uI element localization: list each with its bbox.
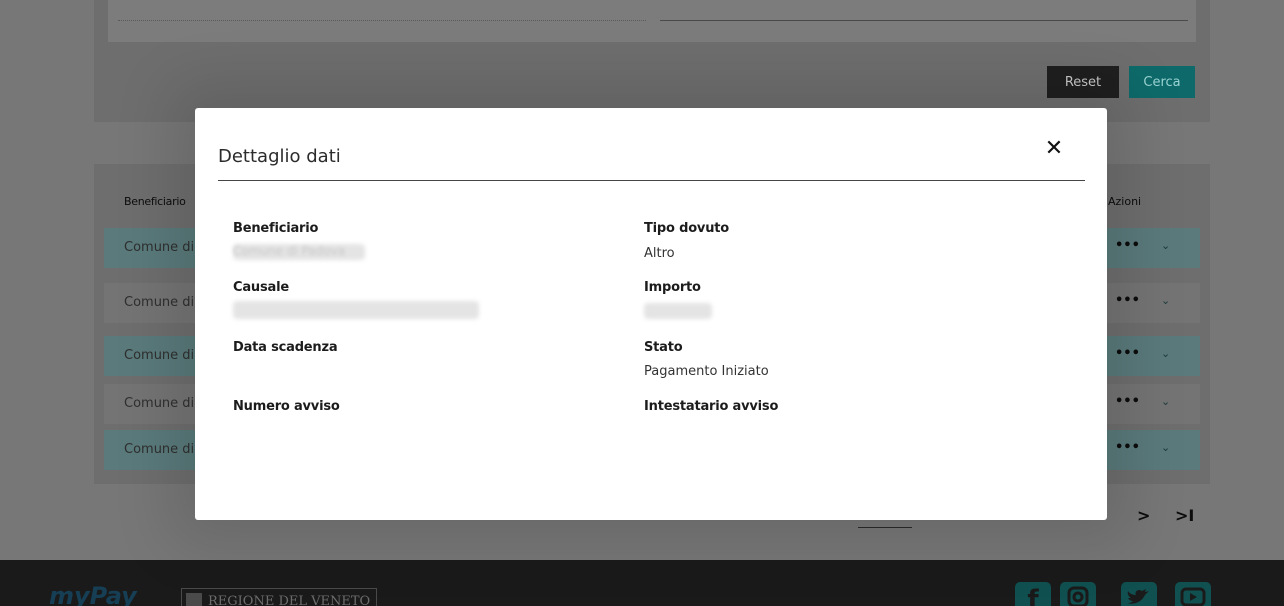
chevron-down-icon[interactable]: ⌄ bbox=[1161, 395, 1170, 408]
field-label-causale: Causale bbox=[233, 280, 289, 295]
chevron-down-icon[interactable]: ⌄ bbox=[1161, 347, 1170, 360]
chevron-down-icon[interactable]: ⌄ bbox=[1161, 239, 1170, 252]
row-beneficiario: Comune di bbox=[124, 295, 195, 310]
page-size-select[interactable] bbox=[858, 527, 912, 528]
field-label-intestatario-avviso: Intestatario avviso bbox=[644, 399, 779, 414]
regione-logo-text: REGIONE DEL VENETO bbox=[208, 593, 371, 606]
blurred-value-causale bbox=[233, 301, 479, 319]
detail-modal: Dettaglio dati ✕ Beneficiario Comune di … bbox=[195, 108, 1107, 520]
field-label-tipo-dovuto: Tipo dovuto bbox=[644, 221, 729, 236]
chevron-down-icon[interactable]: ⌄ bbox=[1161, 294, 1170, 307]
instagram-icon[interactable] bbox=[1060, 582, 1096, 606]
facebook-icon[interactable]: f bbox=[1015, 582, 1051, 606]
search-field-underline[interactable] bbox=[660, 20, 1188, 21]
modal-title: Dettaglio dati bbox=[218, 146, 341, 167]
regione-seal-icon bbox=[186, 593, 202, 606]
more-actions-icon[interactable]: ••• bbox=[1115, 293, 1140, 308]
field-value-tipo-dovuto: Altro bbox=[644, 246, 675, 261]
next-page-button[interactable]: > bbox=[1137, 506, 1150, 525]
row-beneficiario: Comune di bbox=[124, 240, 195, 255]
blurred-value-importo bbox=[644, 303, 712, 319]
field-value-stato: Pagamento Iniziato bbox=[644, 364, 769, 379]
close-icon[interactable]: ✕ bbox=[1042, 136, 1066, 161]
chevron-down-icon[interactable]: ⌄ bbox=[1161, 441, 1170, 454]
field-value-beneficiario: Comune di Padova bbox=[233, 244, 346, 258]
row-beneficiario: Comune di bbox=[124, 348, 195, 363]
more-actions-icon[interactable]: ••• bbox=[1115, 238, 1140, 253]
more-actions-icon[interactable]: ••• bbox=[1115, 394, 1140, 409]
field-label-beneficiario: Beneficiario bbox=[233, 221, 319, 236]
regione-veneto-logo[interactable]: REGIONE DEL VENETO bbox=[181, 588, 378, 606]
field-label-importo: Importo bbox=[644, 280, 701, 295]
row-beneficiario: Comune di bbox=[124, 442, 195, 457]
column-header-azioni: Azioni bbox=[1108, 195, 1142, 208]
modal-divider bbox=[218, 180, 1085, 181]
column-header-beneficiario: Beneficiario bbox=[124, 195, 186, 208]
more-actions-icon[interactable]: ••• bbox=[1115, 440, 1140, 455]
mypay-logo[interactable]: myPay bbox=[49, 582, 137, 606]
footer: myPay REGIONE DEL VENETO f bbox=[0, 560, 1284, 606]
search-fields-area bbox=[108, 0, 1196, 42]
more-actions-icon[interactable]: ••• bbox=[1115, 346, 1140, 361]
search-button[interactable]: Cerca bbox=[1129, 66, 1195, 98]
field-label-numero-avviso: Numero avviso bbox=[233, 399, 340, 414]
reset-button[interactable]: Reset bbox=[1047, 66, 1119, 98]
twitter-icon[interactable] bbox=[1121, 582, 1157, 606]
field-label-data-scadenza: Data scadenza bbox=[233, 340, 338, 355]
search-field-underline[interactable] bbox=[118, 20, 646, 21]
youtube-icon[interactable] bbox=[1175, 582, 1211, 606]
field-label-stato: Stato bbox=[644, 340, 683, 355]
row-beneficiario: Comune di bbox=[124, 396, 195, 411]
last-page-button[interactable]: >I bbox=[1175, 506, 1194, 525]
